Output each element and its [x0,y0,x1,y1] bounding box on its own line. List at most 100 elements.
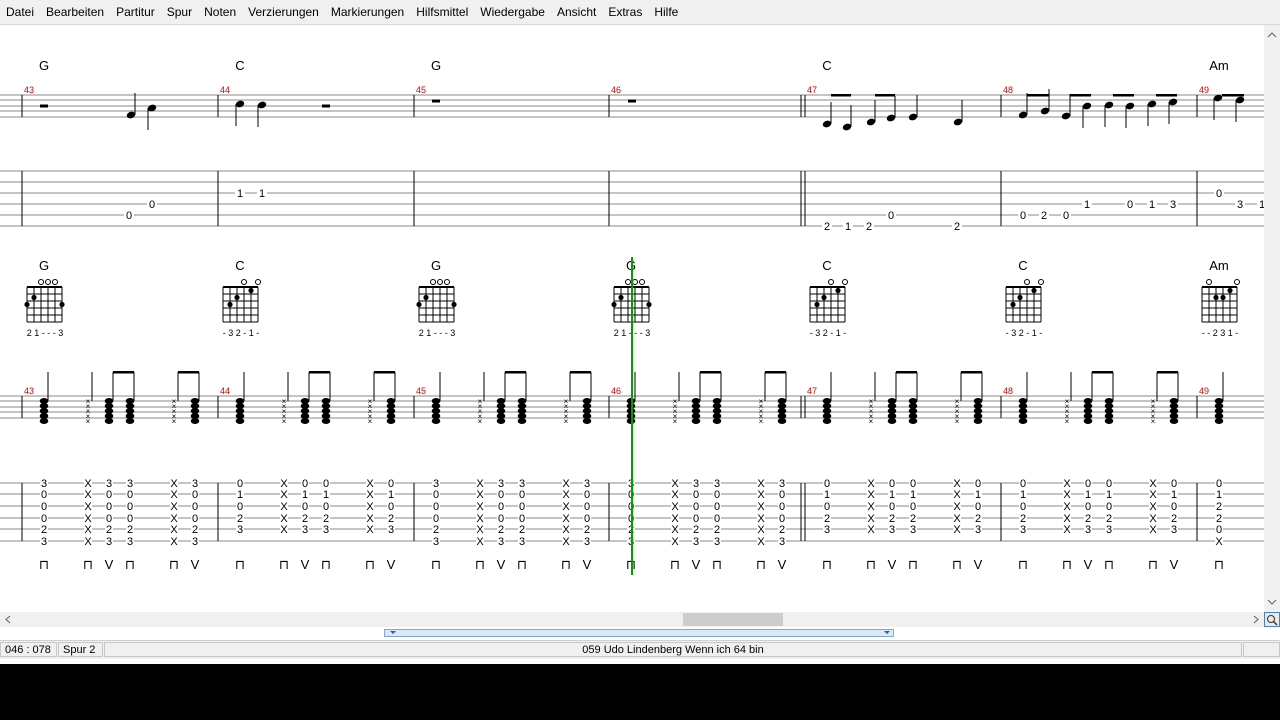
chord-note-head[interactable] [300,418,310,424]
scroll-right-icon[interactable] [1253,615,1259,624]
open-string-marker [1234,279,1240,285]
downstroke-icon: ⊓ [1062,557,1072,572]
chord-note-head[interactable] [39,418,49,424]
status-track: Spur 2 [58,642,103,657]
tab-number: 0 [779,501,785,513]
tab-number: 1 [1085,489,1091,501]
downstroke-icon: ⊓ [475,557,485,572]
finger-dot [1220,294,1226,301]
vertical-scrollbar[interactable] [1264,25,1280,612]
menu-hilfe[interactable]: Hilfe [648,0,684,24]
chord-diagram-g[interactable] [416,279,457,323]
dead-note-head: × [478,417,483,426]
tab-number: 1 [1020,489,1026,501]
menu-noten[interactable]: Noten [198,0,242,24]
menu-verzierungen[interactable]: Verzierungen [242,0,325,24]
tab-number: X [280,501,288,513]
downstroke-icon: ⊓ [1214,557,1224,572]
downstroke-icon: ⊓ [866,557,876,572]
zoom-button[interactable] [1264,612,1280,627]
tab-number: 1 [1106,489,1112,501]
chord-note-head[interactable] [582,418,592,424]
horizontal-scrollbar[interactable] [0,612,1264,627]
chord-note-head[interactable] [712,418,722,424]
chord-diagram-c[interactable] [222,279,261,323]
horizontal-scroll-thumb[interactable] [683,613,783,626]
finger-dot [611,301,617,308]
dead-note-head: × [869,417,874,426]
open-string-marker [45,279,51,285]
downstroke-icon: ⊓ [1018,557,1028,572]
chord-note-head[interactable] [973,418,983,424]
chord-diagram-c[interactable] [809,279,848,323]
chord-note-head[interactable] [1104,418,1114,424]
tab-number: 3 [1106,524,1112,536]
tab-number: 3 [889,524,895,536]
chord-diagram-am[interactable] [1201,279,1240,323]
measure-number: 49 [1199,386,1209,396]
scroll-up-icon[interactable] [1267,32,1277,38]
chord-note-head[interactable] [386,418,396,424]
song-overview-bar[interactable] [384,629,894,637]
menu-datei[interactable]: Datei [0,0,40,24]
chord-diagram-g[interactable] [24,279,65,323]
tab-number: 1 [1149,199,1155,211]
chord-name: G [39,258,49,273]
chord-name: G [431,58,441,73]
chord-note-head[interactable] [777,418,787,424]
chord-note-head[interactable] [235,418,245,424]
chord-note-head[interactable] [908,418,918,424]
menu-extras[interactable]: Extras [602,0,648,24]
chord-note-head[interactable] [887,418,897,424]
upstroke-icon: V [974,557,983,572]
menu-hilfsmittel[interactable]: Hilfsmittel [410,0,474,24]
scroll-down-icon[interactable] [1267,599,1277,605]
tab-number: 3 [975,524,981,536]
chord-note-head[interactable] [190,418,200,424]
tab-number: X [671,524,679,536]
chord-diagram-c[interactable] [1005,279,1044,323]
tab-number: 3 [910,524,916,536]
chord-note-head[interactable] [104,418,114,424]
scroll-left-icon[interactable] [5,615,11,624]
menu-wiedergabe[interactable]: Wiedergabe [474,0,551,24]
chord-note-head[interactable] [321,418,331,424]
tab-number: 0 [192,489,198,501]
beam [1113,94,1134,97]
overview-end-marker-icon[interactable] [884,631,890,634]
beam [765,371,786,374]
upstroke-icon: V [497,557,506,572]
tab-number: 0 [1106,501,1112,513]
chord-note-head[interactable] [517,418,527,424]
menu-bearbeiten[interactable]: Bearbeiten [40,0,110,24]
chord-note-head[interactable] [431,418,441,424]
chord-note-head[interactable] [1214,418,1224,424]
tab-number: 2 [824,221,830,233]
tab-number: 2 [433,524,439,536]
downstroke-icon: ⊓ [908,557,918,572]
overview-markers [390,631,890,634]
menu-spur[interactable]: Spur [161,0,198,24]
menu-partitur[interactable]: Partitur [110,0,161,24]
chord-note-head[interactable] [125,418,135,424]
chord-note-head[interactable] [1083,418,1093,424]
tab-number: X [280,524,288,536]
playback-cursor[interactable] [631,257,633,575]
tab-number: X [757,501,765,513]
menu-ansicht[interactable]: Ansicht [551,0,602,24]
tab-number: X [867,489,875,501]
chord-fingering: 2 1 - - - 3 [419,328,456,338]
chord-note-head[interactable] [1018,418,1028,424]
chord-note-head[interactable] [691,418,701,424]
chord-note-head[interactable] [496,418,506,424]
tab-number: X [170,501,178,513]
score-view[interactable]: 43 G 44 C 45 G 46 47 C 48 49 Am 0 0 1 1 2 1 2 0 2 0 2 0 1 0 1 3 0 3 1 G… [0,25,1264,612]
menu-markierungen[interactable]: Markierungen [325,0,410,24]
score-canvas[interactable]: 43G44C45G46 47C48 49Am001 12 1 2020 2 01 0 1 303 1G… [0,25,1264,612]
chord-note-head[interactable] [822,418,832,424]
chord-note-head[interactable] [1169,418,1179,424]
overview-start-marker-icon[interactable] [390,631,396,634]
downstroke-icon: ⊓ [1148,557,1158,572]
upstroke-icon: V [583,557,592,572]
dead-note-head: × [86,417,91,426]
